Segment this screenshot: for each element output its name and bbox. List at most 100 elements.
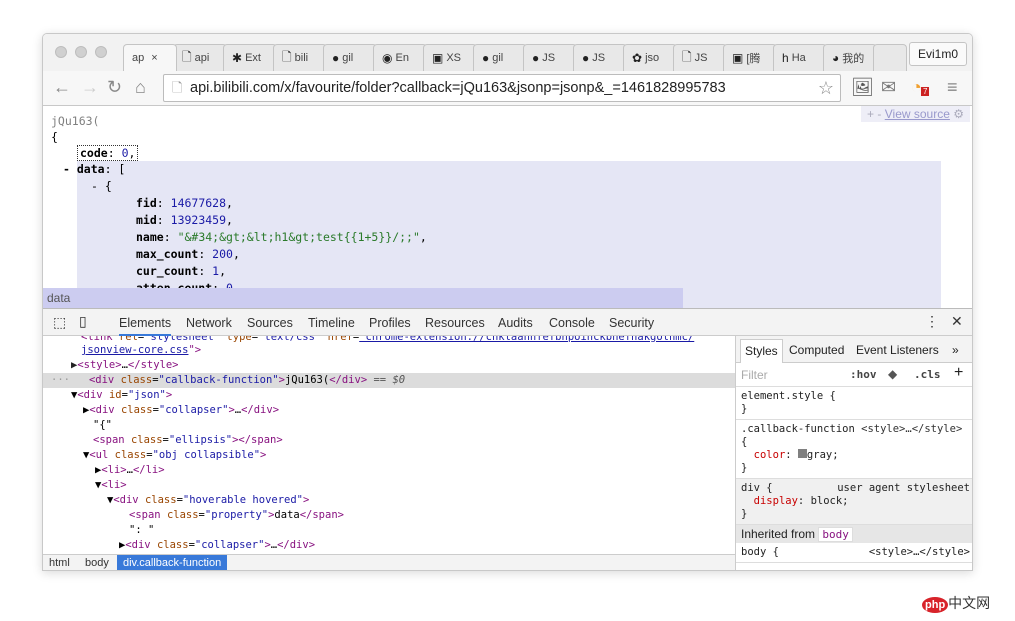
close-tab-icon[interactable]: × xyxy=(151,52,157,64)
dom-node[interactable]: ▶<li>…</li> xyxy=(95,463,165,478)
image-icon: ▣ xyxy=(732,51,744,65)
tab-profiles[interactable]: Profiles xyxy=(369,316,411,330)
bookmark-star-icon[interactable]: ☆ xyxy=(818,75,834,101)
browser-tab[interactable]: ▣ XS xyxy=(423,44,477,71)
dom-node[interactable]: <span class="ellipsis"></span> xyxy=(93,433,283,448)
dom-node[interactable]: ▼<li> xyxy=(95,478,127,493)
weibo-icon: ◕ xyxy=(832,51,840,65)
breadcrumb-html[interactable]: html xyxy=(49,557,70,569)
dom-node[interactable]: ▼<div id="json"> xyxy=(71,388,172,403)
body-rule[interactable]: body {<style>…</style> xyxy=(736,543,972,563)
more-options-icon[interactable]: ⋮ xyxy=(925,313,939,330)
close-devtools-icon[interactable]: ✕ xyxy=(951,313,963,330)
styles-filter-bar: Filter :hov ◆ .cls + xyxy=(736,363,972,387)
image-extension-icon[interactable]: 🖼 xyxy=(851,77,874,98)
device-mode-icon[interactable]: ▯ xyxy=(79,313,87,330)
browser-tab[interactable]: ● gil xyxy=(473,44,527,71)
php-watermark-logo: php 中文网 xyxy=(922,593,990,613)
tab-resources[interactable]: Resources xyxy=(425,316,485,330)
image-icon: ▣ xyxy=(432,51,444,65)
rss-icon[interactable]: ◔ 7 xyxy=(911,77,930,98)
dom-node[interactable]: "{" xyxy=(93,418,112,433)
mail-icon[interactable]: ✉ xyxy=(881,77,896,98)
tab-sources[interactable]: Sources xyxy=(247,316,293,330)
browser-tab[interactable]: ◉ En xyxy=(373,44,427,71)
dom-node-selected[interactable]: ··· <div class="callback-function">jQu16… xyxy=(51,373,405,388)
profile-button[interactable]: Evi1m0 xyxy=(908,42,967,66)
github-icon: ● xyxy=(532,51,540,65)
collapse-toggle[interactable]: - xyxy=(63,162,77,176)
tab-network[interactable]: Network xyxy=(186,316,232,330)
tab-timeline[interactable]: Timeline xyxy=(308,316,355,330)
more-tabs-icon[interactable]: » xyxy=(952,343,959,357)
tab-security[interactable]: Security xyxy=(609,316,654,330)
dom-node[interactable]: ": " xyxy=(129,523,154,538)
address-bar[interactable]: 🗋 api.bilibili.com/x/favourite/folder?ca… xyxy=(163,74,841,102)
tab-label: bili xyxy=(294,52,309,64)
tab-label: [腾 xyxy=(746,53,761,65)
browser-tab[interactable]: h Ha xyxy=(773,44,827,71)
browser-tab[interactable]: 🗋 JS xyxy=(673,44,727,71)
globe-icon: ◉ xyxy=(382,51,393,65)
tab-event-listeners[interactable]: Event Listeners xyxy=(856,343,939,357)
home-icon[interactable]: ⌂ xyxy=(135,77,146,98)
dom-node[interactable]: ▶<div class="collapser">…</div> xyxy=(83,403,279,418)
hov-toggle[interactable]: :hov xyxy=(850,368,877,381)
tab-label: JS xyxy=(542,52,556,64)
element-style-rule[interactable]: element.style { } xyxy=(736,387,972,420)
tab-label: gil xyxy=(342,52,354,64)
close-window-button[interactable] xyxy=(55,46,67,58)
cls-toggle[interactable]: .cls xyxy=(914,368,941,381)
inspect-icon[interactable]: ⬚ xyxy=(53,314,66,331)
tab-label: En xyxy=(395,52,409,64)
forward-icon[interactable]: → xyxy=(81,77,99,98)
reload-icon[interactable]: ↻ xyxy=(107,77,122,98)
browser-tab[interactable]: ap × xyxy=(123,44,177,71)
github-icon: ● xyxy=(482,51,490,65)
color-swatch[interactable] xyxy=(797,449,807,458)
gear-icon[interactable]: ⚙ xyxy=(953,107,964,121)
expand-collapse-controls[interactable]: + - xyxy=(867,107,881,121)
tab-elements[interactable]: Elements xyxy=(119,316,172,336)
dom-node[interactable]: ▶<style>…</style> xyxy=(71,358,179,373)
color-format-icon[interactable]: ◆ xyxy=(888,367,897,381)
callback-function-rule[interactable]: .callback-function <style>…</style> { co… xyxy=(736,420,972,479)
cur-count-line: cur_count: 1, xyxy=(136,264,227,278)
menu-icon[interactable]: ≡ xyxy=(947,77,958,98)
tab-audits[interactable]: Audits xyxy=(498,316,533,330)
browser-tab[interactable]: ● gil xyxy=(323,44,377,71)
breadcrumb-div[interactable]: div.callback-function xyxy=(117,555,228,570)
tab-label: JS xyxy=(694,52,708,64)
filter-input[interactable]: Filter xyxy=(741,368,768,382)
browser-tab[interactable]: ✱ Ext xyxy=(223,44,277,71)
tab-styles[interactable]: Styles xyxy=(740,339,783,363)
max-count-line: max_count: 200, xyxy=(136,247,240,261)
breadcrumb-body[interactable]: body xyxy=(85,557,109,569)
new-rule-button[interactable]: + xyxy=(954,364,963,382)
browser-tab[interactable]: ◕ 我的 xyxy=(823,44,877,71)
browser-tab[interactable]: ● JS xyxy=(573,44,627,71)
back-icon[interactable]: ← xyxy=(53,77,71,98)
browser-tab[interactable]: 🗋 bili xyxy=(273,44,327,71)
browser-tab[interactable]: 🗋 api xyxy=(173,44,227,71)
new-tab-button[interactable] xyxy=(873,44,907,71)
h1-icon: h xyxy=(782,51,789,65)
zoom-window-button[interactable] xyxy=(95,46,107,58)
user-agent-rule: div {user agent stylesheet display: bloc… xyxy=(736,479,972,525)
dom-node[interactable]: <span class="property">data</span> xyxy=(129,508,344,523)
browser-tab[interactable]: ● JS xyxy=(523,44,577,71)
tab-computed[interactable]: Computed xyxy=(789,343,844,357)
dom-node[interactable]: jsonview-core.css"> xyxy=(81,343,201,358)
view-source-link[interactable]: View source xyxy=(885,107,950,121)
dom-node[interactable]: ▶<div class="collapser">…</div> xyxy=(119,538,315,551)
browser-tab[interactable]: ✿ jso xyxy=(623,44,677,71)
browser-tab[interactable]: ▣ [腾 xyxy=(723,44,777,71)
github-icon: ● xyxy=(332,51,340,65)
collapse-toggle[interactable]: - xyxy=(91,179,105,193)
minimize-window-button[interactable] xyxy=(75,46,87,58)
tab-console[interactable]: Console xyxy=(549,316,595,330)
inherited-body-link[interactable]: body xyxy=(818,527,853,542)
dom-node[interactable]: ▼<ul class="obj collapsible"> xyxy=(83,448,266,463)
dom-node[interactable]: ▼<div class="hoverable hovered"> xyxy=(107,493,309,508)
rss-badge: 7 xyxy=(921,87,930,96)
